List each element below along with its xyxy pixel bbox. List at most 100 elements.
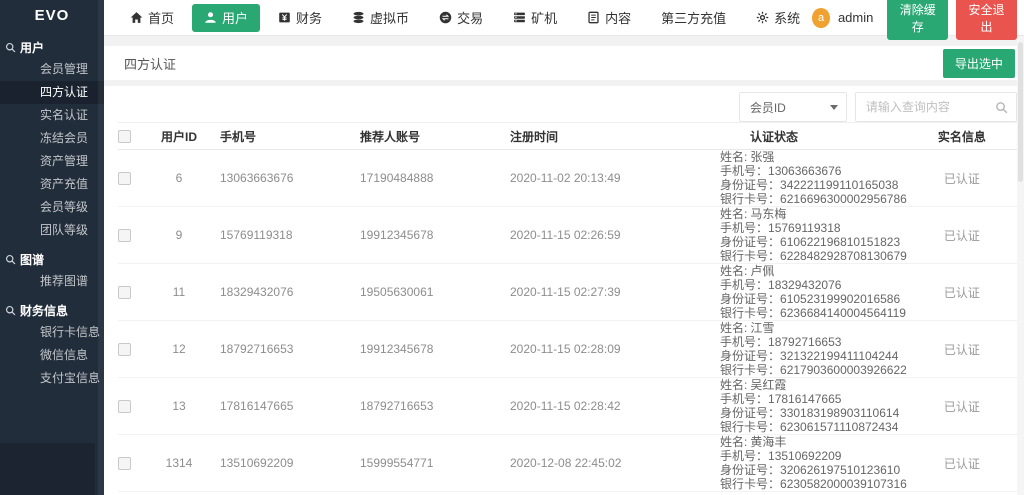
app-logo: EVO: [0, 0, 104, 30]
detail-phone: 13063663676: [768, 164, 841, 178]
tab-label: 财务: [296, 8, 322, 27]
search-icon: [5, 305, 16, 316]
detail-name: 卢佩: [750, 264, 774, 278]
tab-label: 交易: [457, 8, 483, 27]
cell-reg-time: 2020-12-08 22:45:02: [500, 456, 710, 470]
search-icon[interactable]: [995, 101, 1008, 114]
row-checkbox[interactable]: [118, 457, 131, 470]
cell-realname-details: 姓名:张强 手机号：13063663676 身份证号：3422211991101…: [710, 150, 907, 206]
detail-label: 手机号：: [720, 221, 768, 235]
cell-phone: 15769119318: [210, 228, 350, 242]
sidebar-item-wechat-info[interactable]: 微信信息: [0, 344, 104, 367]
cell-reg-time: 2020-11-02 20:13:49: [500, 171, 710, 185]
detail-name: 马东梅: [750, 207, 786, 221]
tab-miner[interactable]: 矿机: [501, 4, 569, 32]
detail-label: 姓名:: [720, 378, 747, 392]
row-checkbox[interactable]: [118, 343, 131, 356]
scrollbar-thumb[interactable]: [1018, 42, 1023, 182]
detail-label: 身份证号：: [720, 292, 780, 306]
detail-label: 银行卡号：: [720, 363, 780, 377]
tab-virtual-coin[interactable]: 虚拟币: [340, 4, 421, 32]
sidebar-section-header-graph[interactable]: 图谱: [0, 248, 104, 270]
sidebar-section-header-users[interactable]: 用户: [0, 36, 104, 58]
tab-content[interactable]: 内容: [575, 4, 643, 32]
cell-referrer: 15999554771: [350, 456, 500, 470]
table-row: 11 18329432076 19505630061 2020-11-15 02…: [118, 264, 1017, 321]
sidebar-section-title: 图谱: [20, 251, 44, 268]
search-box: [855, 92, 1017, 122]
detail-label: 银行卡号：: [720, 420, 780, 434]
detail-bank-card: 6228482928708130679: [780, 249, 907, 263]
page-scrollbar[interactable]: [1017, 36, 1024, 495]
detail-bank-card: 623061571110872434: [780, 420, 898, 434]
chevron-down-icon: [830, 105, 838, 110]
cell-phone: 17816147665: [210, 399, 350, 413]
main-area: 首页 用户 财务 虚拟币 交易: [104, 0, 1024, 495]
tab-home[interactable]: 首页: [118, 4, 186, 32]
tab-system[interactable]: 系统: [744, 4, 812, 32]
sidebar-item-team-level[interactable]: 团队等级: [0, 219, 104, 242]
table-row: 13 17816147665 18792716653 2020-11-15 02…: [118, 378, 1017, 435]
cell-realname-details: 姓名:马东梅 手机号：15769119318 身份证号：610622196810…: [710, 207, 907, 263]
tab-thirdparty-recharge[interactable]: 第三方充值: [649, 4, 738, 32]
cell-phone: 18792716653: [210, 342, 350, 356]
export-selected-button[interactable]: 导出选中: [943, 49, 1015, 78]
sidebar-item-asset-recharge[interactable]: 资产充值: [0, 173, 104, 196]
status-badge: 已认证: [907, 284, 1017, 301]
sidebar-item-bankcard-info[interactable]: 银行卡信息: [0, 321, 104, 344]
filter-select[interactable]: 会员ID: [739, 92, 847, 122]
detail-label: 身份证号：: [720, 349, 780, 363]
tab-label: 第三方充值: [661, 8, 726, 27]
cell-referrer: 17190484888: [350, 171, 500, 185]
sidebar-item-fourparty-auth[interactable]: 四方认证: [0, 81, 104, 104]
detail-phone: 13510692209: [768, 449, 841, 463]
detail-phone: 15769119318: [768, 221, 841, 235]
sidebar-item-alipay-info[interactable]: 支付宝信息: [0, 367, 104, 390]
cell-referrer: 19505630061: [350, 285, 500, 299]
tab-trade[interactable]: 交易: [427, 4, 495, 32]
sidebar-section-header-finance-info[interactable]: 财务信息: [0, 299, 104, 321]
detail-label: 手机号：: [720, 392, 768, 406]
filter-select-value: 会员ID: [750, 99, 786, 116]
row-checkbox[interactable]: [118, 229, 131, 242]
detail-label: 手机号：: [720, 335, 768, 349]
select-all-checkbox[interactable]: [118, 130, 131, 143]
detail-label: 身份证号：: [720, 463, 780, 477]
row-checkbox[interactable]: [118, 400, 131, 413]
cell-realname-details: 姓名:卢佩 手机号：18329432076 身份证号：6105231999020…: [710, 264, 907, 320]
cell-phone: 13063663676: [210, 171, 350, 185]
sidebar: EVO 用户 会员管理 四方认证 实名认证 冻结会员 资产管理 资产充值 会员等…: [0, 0, 104, 495]
detail-phone: 17816147665: [768, 392, 841, 406]
detail-name: 黄海丰: [750, 435, 786, 449]
sidebar-item-asset-manage[interactable]: 资产管理: [0, 150, 104, 173]
cell-user-id: 12: [148, 342, 210, 356]
detail-bank-card: 6216696300002956786: [780, 192, 907, 206]
col-phone: 手机号: [210, 128, 350, 145]
detail-label: 银行卡号：: [720, 192, 780, 206]
sidebar-item-referral-graph[interactable]: 推荐图谱: [0, 270, 104, 293]
tab-label: 用户: [222, 8, 248, 27]
sidebar-scrollbar[interactable]: [98, 0, 104, 495]
sidebar-section-title: 财务信息: [20, 302, 68, 319]
sidebar-item-frozen-members[interactable]: 冻结会员: [0, 127, 104, 150]
row-checkbox[interactable]: [118, 286, 131, 299]
tab-finance[interactable]: 财务: [266, 4, 334, 32]
cell-referrer: 19912345678: [350, 228, 500, 242]
cell-referrer: 18792716653: [350, 399, 500, 413]
logout-button[interactable]: 安全退出: [956, 0, 1017, 40]
cell-user-id: 11: [148, 285, 210, 299]
cell-reg-time: 2020-11-15 02:28:09: [500, 342, 710, 356]
detail-id-card: 320626197510123610: [780, 463, 900, 477]
row-checkbox[interactable]: [118, 172, 131, 185]
sidebar-item-member-level[interactable]: 会员等级: [0, 196, 104, 219]
page-title: 四方认证: [124, 54, 176, 73]
tab-users[interactable]: 用户: [192, 4, 260, 32]
detail-label: 身份证号：: [720, 235, 780, 249]
search-input[interactable]: [866, 100, 995, 114]
clear-cache-button[interactable]: 清除缓存: [887, 0, 948, 40]
search-icon: [5, 42, 16, 53]
tab-label: 系统: [774, 8, 800, 27]
sidebar-item-member-manage[interactable]: 会员管理: [0, 58, 104, 81]
avatar[interactable]: a: [812, 8, 830, 28]
sidebar-item-realname-auth[interactable]: 实名认证: [0, 104, 104, 127]
